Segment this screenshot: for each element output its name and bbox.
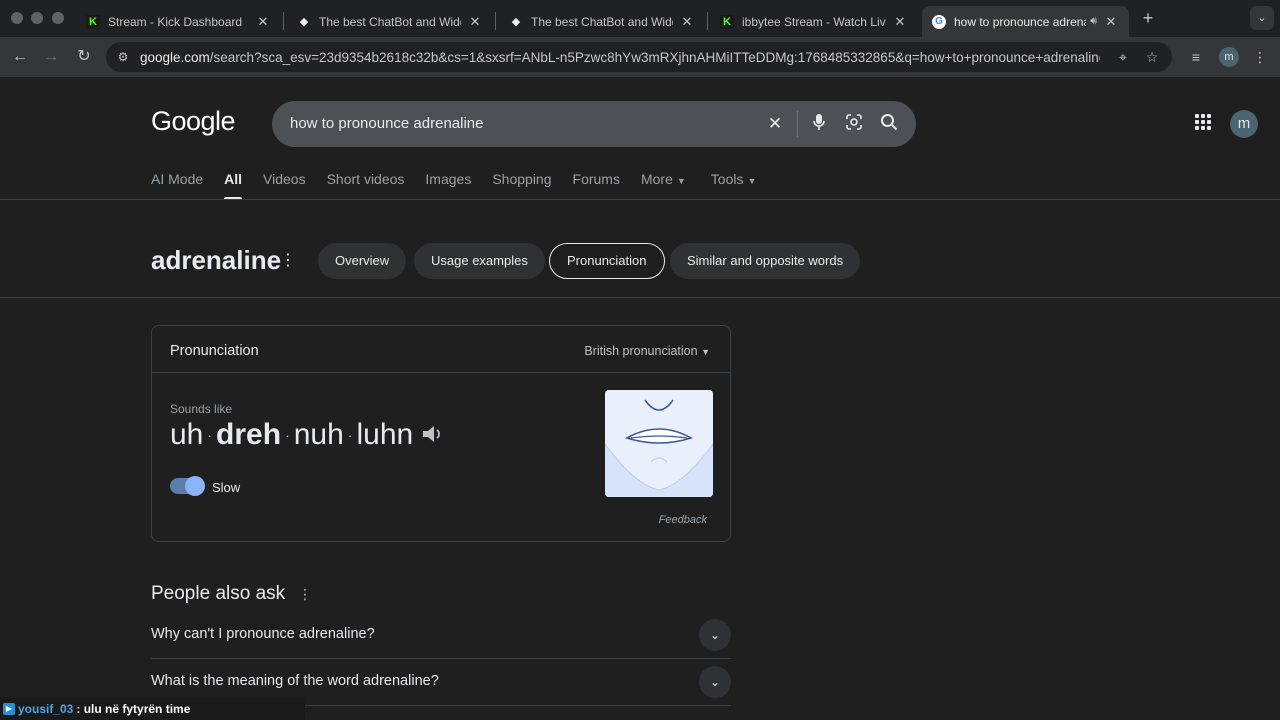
- google-icon: G: [932, 14, 946, 29]
- clear-icon[interactable]: ✕: [764, 113, 786, 135]
- slow-toggle[interactable]: [170, 476, 205, 496]
- tab-more-label: More: [640, 171, 673, 187]
- search-icon[interactable]: [878, 113, 900, 135]
- kick-icon: K: [86, 14, 100, 29]
- dialect-label: British pronunciation: [584, 344, 698, 358]
- tab-images[interactable]: Images: [425, 171, 471, 199]
- tab-search-button[interactable]: ⌄: [1250, 6, 1274, 30]
- related-question[interactable]: Why can't I pronounce adrenaline? ⌄: [151, 612, 731, 659]
- play-audio-speaker-icon[interactable]: [421, 423, 445, 447]
- browser-tab[interactable]: K ibbytee Stream - Watch Live o ✕: [710, 6, 918, 37]
- slow-label: Slow: [212, 480, 241, 495]
- search-box[interactable]: how to pronounce adrenaline ✕: [272, 101, 916, 147]
- search-tabs: AI Mode All Videos Short videos Images S…: [151, 171, 777, 200]
- question-text: Why can't I pronounce adrenaline?: [151, 626, 375, 642]
- syllable-stressed: dreh: [216, 418, 282, 451]
- tab-title: ibbytee Stream - Watch Live o: [742, 14, 886, 29]
- syllable: uh: [170, 418, 204, 451]
- account-avatar[interactable]: m: [1230, 110, 1258, 138]
- tab-shopping[interactable]: Shopping: [492, 171, 551, 199]
- browser-profile-avatar[interactable]: m: [1219, 47, 1239, 67]
- google-logo[interactable]: Google: [151, 106, 236, 137]
- botrix-icon: ◆: [299, 16, 309, 28]
- close-tab-icon[interactable]: ✕: [255, 14, 271, 30]
- entity-title: adrenaline: [151, 245, 282, 275]
- chevron-down-icon[interactable]: ⌄: [699, 619, 731, 651]
- botrix-icon: ◆: [511, 16, 521, 28]
- chip-pronunciation[interactable]: Pronunciation: [549, 243, 665, 279]
- close-tab-icon[interactable]: ✕: [1103, 14, 1119, 30]
- address-url[interactable]: google.com/search?sca_esv=23d9354b2618c3…: [140, 50, 1100, 65]
- chip-overview[interactable]: Overview: [318, 243, 407, 279]
- question-text: What is the meaning of the word adrenali…: [151, 673, 439, 689]
- search-input[interactable]: how to pronounce adrenaline: [290, 115, 483, 132]
- tab-title: The best ChatBot and Widget: [531, 14, 673, 29]
- people-also-ask-title: People also ask: [151, 583, 286, 604]
- close-window-button[interactable]: [11, 12, 23, 24]
- browser-tab-active[interactable]: G how to pronounce adrenaline 🔊︎ ✕: [922, 6, 1129, 37]
- pronunciation-card: Pronunciation British pronunciation ▼ So…: [151, 325, 731, 542]
- dialect-dropdown[interactable]: British pronunciation ▼: [584, 344, 710, 358]
- stream-chat-overlay: ▶ yousif_03 : ulu në fytyrën time: [0, 697, 305, 720]
- new-tab-button[interactable]: +: [1138, 8, 1158, 28]
- syllable: nuh: [293, 418, 344, 451]
- chat-badge-icon: ▶: [3, 702, 15, 715]
- tab-all[interactable]: All: [224, 171, 242, 200]
- tab-forums[interactable]: Forums: [573, 171, 620, 199]
- close-tab-icon[interactable]: ✕: [467, 14, 483, 30]
- mouth-animation-image[interactable]: [605, 390, 713, 497]
- browser-menu-icon[interactable]: ⋮: [1249, 46, 1271, 68]
- syllable: luhn: [356, 418, 414, 451]
- chat-username: yousif_03: [18, 701, 74, 716]
- tab-videos[interactable]: Videos: [263, 171, 306, 199]
- browser-tab[interactable]: ◆ The best ChatBot and Widget ✕: [287, 6, 493, 37]
- phonetic-spelling: uh · dreh · nuh · luhn: [170, 418, 445, 452]
- speaker-icon[interactable]: 🔊︎: [1090, 15, 1097, 28]
- chat-message: : ulu në fytyrën time: [76, 701, 191, 716]
- search-results-page: Google how to pronounce adrenaline ✕ m A…: [0, 77, 1280, 720]
- browser-tab-strip: K Stream - Kick Dashboard ✕ ◆ The best C…: [0, 0, 1280, 37]
- location-icon[interactable]: ⌖: [1114, 48, 1132, 66]
- pronunciation-card-header: Pronunciation British pronunciation ▼: [152, 326, 730, 373]
- address-host: google.com: [140, 49, 210, 65]
- more-options-icon[interactable]: ⋮: [298, 586, 312, 604]
- close-tab-icon[interactable]: ✕: [892, 14, 908, 30]
- feedback-link[interactable]: Feedback: [659, 514, 707, 526]
- tab-tools[interactable]: Tools ▼: [711, 171, 757, 199]
- voice-search-icon[interactable]: [808, 113, 830, 135]
- tab-short-videos[interactable]: Short videos: [327, 171, 405, 199]
- tab-title: The best ChatBot and Widget: [319, 14, 461, 29]
- bookmark-star-icon[interactable]: ☆: [1143, 48, 1161, 66]
- close-tab-icon[interactable]: ✕: [679, 14, 695, 30]
- tab-title: how to pronounce adrenaline: [954, 14, 1086, 29]
- tab-more[interactable]: More ▼: [641, 171, 686, 199]
- maximize-window-button[interactable]: [52, 12, 64, 24]
- caret-down-icon: ▼: [676, 176, 686, 186]
- kick-icon: K: [720, 14, 734, 29]
- more-options-icon[interactable]: ⋮: [280, 252, 296, 270]
- address-path: /search?sca_esv=23d9354b2618c32b&cs=1&sx…: [209, 49, 1100, 65]
- forward-button[interactable]: →: [39, 45, 63, 69]
- caret-down-icon: ▼: [747, 176, 757, 186]
- minimize-window-button[interactable]: [31, 12, 43, 24]
- chevron-down-icon[interactable]: ⌄: [699, 666, 731, 698]
- caret-down-icon: ▼: [701, 347, 710, 357]
- sounds-like-label: Sounds like: [170, 402, 233, 416]
- chip-similar-opposite-words[interactable]: Similar and opposite words: [670, 243, 861, 279]
- lens-icon[interactable]: [843, 113, 865, 135]
- back-button[interactable]: ←: [8, 45, 32, 69]
- browser-tab[interactable]: K Stream - Kick Dashboard ✕: [76, 6, 281, 37]
- reload-button[interactable]: ↻: [72, 45, 96, 69]
- pronunciation-title: Pronunciation: [170, 343, 259, 359]
- chip-usage-examples[interactable]: Usage examples: [414, 243, 545, 279]
- browser-tab[interactable]: ◆ The best ChatBot and Widget ✕: [499, 6, 705, 37]
- tab-tools-label: Tools: [710, 171, 744, 187]
- tab-ai-mode[interactable]: AI Mode: [151, 171, 203, 199]
- address-bar[interactable]: ⚙ google.com/search?sca_esv=23d9354b2618…: [106, 42, 1172, 72]
- media-controls-icon[interactable]: ≡: [1185, 46, 1207, 68]
- browser-toolbar: ← → ↻ ⚙ google.com/search?sca_esv=23d935…: [0, 37, 1280, 77]
- site-info-icon[interactable]: ⚙: [114, 48, 132, 66]
- tab-title: Stream - Kick Dashboard: [108, 14, 243, 29]
- google-apps-icon[interactable]: [1195, 114, 1215, 134]
